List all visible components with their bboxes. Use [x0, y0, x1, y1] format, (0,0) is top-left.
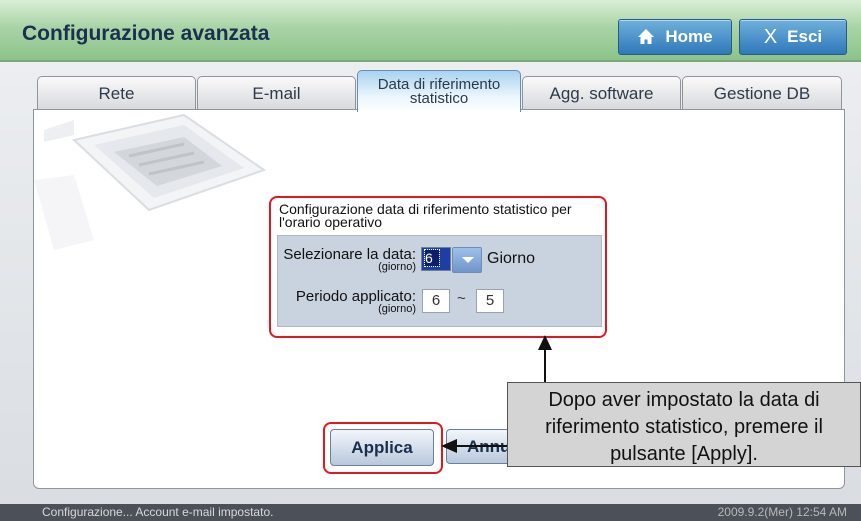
- exit-button[interactable]: X Esci: [739, 19, 847, 55]
- status-datetime: 2009.9.2(Mer) 12:54 AM: [717, 505, 847, 519]
- chevron-down-icon[interactable]: [452, 247, 482, 273]
- close-icon: X: [763, 25, 778, 48]
- status-message: Configurazione... Account e-mail imposta…: [42, 505, 274, 519]
- apply-button[interactable]: Applica: [330, 429, 434, 466]
- day-select-value: 6: [424, 249, 440, 267]
- air-conditioner-icon: [34, 113, 267, 250]
- home-button-label: Home: [665, 27, 713, 46]
- tab-statistics-date[interactable]: Data di riferimento statistico: [357, 70, 521, 112]
- app-window: Configurazione avanzata Home X Esci Rete…: [0, 0, 861, 521]
- select-date-label-sub: (giorno): [378, 261, 416, 273]
- period-label-sub: (giorno): [378, 303, 416, 315]
- select-date-unit: Giorno: [487, 250, 536, 267]
- tab-label: E-mail: [252, 84, 301, 103]
- status-bar: Configurazione... Account e-mail imposta…: [0, 504, 861, 521]
- home-icon: [638, 29, 655, 44]
- select-date-label: Selezionare la data: (giorno): [282, 246, 416, 273]
- settings-group-title: Configurazione data di riferimento stati…: [279, 201, 572, 230]
- period-to-field: 5: [476, 289, 504, 313]
- page-title: Configurazione avanzata: [22, 22, 270, 45]
- tab-label: Rete: [98, 84, 135, 103]
- period-label: Periodo applicato: (giorno): [282, 288, 416, 315]
- tab-email[interactable]: E-mail: [197, 76, 356, 111]
- period-from-field: 6: [422, 289, 450, 313]
- tab-rete[interactable]: Rete: [37, 76, 196, 111]
- instruction-callout: Dopo aver impostato la data di riferimen…: [507, 382, 861, 467]
- tab-db-management[interactable]: Gestione DB: [682, 76, 842, 111]
- tab-label: Gestione DB: [713, 84, 811, 103]
- exit-button-label: Esci: [787, 27, 823, 46]
- day-select[interactable]: 6: [421, 247, 451, 271]
- title-bar: Configurazione avanzata Home X Esci: [0, 0, 861, 62]
- tab-software-update[interactable]: Agg. software: [522, 76, 681, 111]
- home-button[interactable]: Home: [618, 19, 732, 55]
- tab-label-line2: statistico: [409, 89, 469, 107]
- tab-label: Agg. software: [549, 84, 654, 103]
- period-separator: ~: [457, 290, 466, 307]
